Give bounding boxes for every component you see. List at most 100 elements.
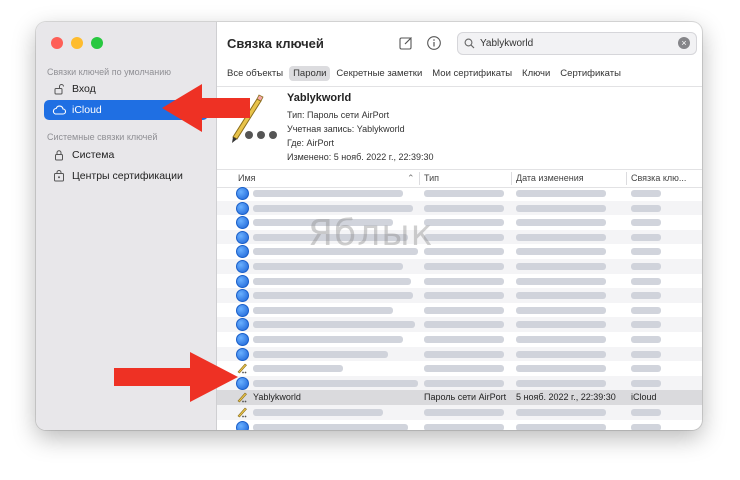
table-row[interactable] (217, 375, 702, 391)
sidebar-item-label: iCloud (72, 104, 102, 116)
main-pane: Связка ключей Yablykworld × Все объекты … (217, 22, 702, 430)
item-detail-panel: Yablykworld Тип: Пароль сети AirPort Уче… (217, 86, 702, 173)
cell-date: 5 нояб. 2022 г., 22:39:30 (516, 392, 616, 403)
blurred-text (424, 423, 504, 430)
blurred-text (516, 277, 606, 285)
table-row[interactable] (217, 303, 702, 318)
detail-where: Где: AirPort (287, 138, 335, 148)
search-icon (464, 38, 475, 49)
table-row[interactable] (217, 404, 702, 420)
globe-icon (236, 187, 249, 200)
blurred-text (424, 365, 504, 373)
table-row[interactable] (217, 274, 702, 289)
blurred-text (631, 262, 661, 270)
table-row[interactable] (217, 346, 702, 362)
globe-icon (236, 332, 249, 346)
globe-icon (236, 230, 249, 244)
blurred-text (253, 306, 393, 314)
blurred-text (424, 277, 504, 285)
blurred-text (631, 306, 661, 314)
table-row[interactable] (217, 215, 702, 230)
blurred-text (516, 306, 606, 314)
blurred-text (631, 423, 661, 430)
table-row[interactable] (217, 186, 702, 201)
blurred-text (631, 365, 661, 373)
blurred-text (424, 292, 504, 300)
search-input[interactable]: Yablykworld (480, 38, 533, 49)
blurred-text (631, 219, 661, 227)
detail-title: Yablykworld (287, 92, 352, 104)
column-name[interactable]: Имя (238, 173, 256, 183)
blurred-text (516, 335, 606, 343)
blurred-text (253, 277, 411, 285)
minimize-button[interactable] (71, 37, 83, 49)
lock-icon (51, 149, 67, 161)
table-row[interactable] (217, 258, 702, 274)
table-row[interactable] (217, 244, 702, 259)
tab-secure-notes[interactable]: Секретные заметки (332, 66, 426, 81)
sort-chevron-icon[interactable]: ⌃ (407, 173, 415, 184)
blurred-text (253, 408, 383, 416)
sidebar-section-default: Связки ключей по умолчанию (47, 67, 171, 77)
table-row[interactable] (217, 361, 702, 376)
watermark: Яблык (308, 213, 434, 254)
blurred-text (253, 423, 408, 430)
table-row[interactable] (217, 420, 702, 430)
blurred-text (253, 321, 415, 329)
clear-search-icon[interactable]: × (678, 37, 690, 49)
red-arrow-icon (162, 84, 250, 132)
blurred-text (631, 248, 661, 256)
blurred-text (516, 321, 606, 329)
window-title: Связка ключей (227, 36, 324, 51)
tab-my-certificates[interactable]: Мои сертификаты (428, 66, 516, 81)
tab-passwords[interactable]: Пароли (289, 66, 331, 81)
blurred-text (253, 335, 403, 343)
blurred-text (516, 365, 606, 373)
info-icon[interactable] (426, 35, 442, 51)
table-row[interactable] (217, 229, 702, 245)
globe-icon (236, 274, 249, 288)
table-row[interactable] (217, 288, 702, 303)
blurred-text (424, 190, 504, 197)
zoom-button[interactable] (91, 37, 103, 49)
blurred-text (424, 379, 504, 387)
blurred-text (253, 190, 403, 197)
compose-icon[interactable] (398, 35, 414, 51)
cell-keychain: iCloud (631, 392, 657, 403)
blurred-text (516, 190, 606, 197)
tab-keys[interactable]: Ключи (518, 66, 554, 81)
blurred-text (631, 233, 661, 241)
sidebar-item-certificate-authorities[interactable]: Центры сертификации (44, 166, 208, 186)
tab-certificates[interactable]: Сертификаты (556, 66, 625, 81)
table-row[interactable] (217, 332, 702, 347)
blurred-text (516, 219, 606, 227)
cloud-icon (51, 104, 67, 116)
search-field[interactable]: Yablykworld × (457, 32, 697, 55)
table-row[interactable] (217, 317, 702, 332)
lock-open-icon (51, 83, 67, 95)
sidebar-item-label: Вход (72, 83, 96, 95)
tab-all-items[interactable]: Все объекты (223, 66, 287, 81)
blurred-text (424, 204, 504, 212)
blurred-text (631, 321, 661, 329)
blurred-text (253, 350, 388, 358)
column-keychain[interactable]: Связка клю... (631, 173, 686, 183)
sidebar-item-system[interactable]: Система (44, 145, 208, 165)
blurred-text (424, 233, 504, 241)
detail-account: Учетная запись: Yablykworld (287, 124, 405, 134)
sidebar-item-label: Центры сертификации (72, 170, 183, 182)
red-arrow-icon (114, 352, 238, 402)
blurred-text (424, 335, 504, 343)
blurred-text (631, 292, 661, 300)
column-date[interactable]: Дата изменения (516, 173, 584, 183)
blurred-text (516, 423, 606, 430)
blurred-text (516, 248, 606, 256)
table-row-selected[interactable]: Yablykworld Пароль сети AirPort 5 нояб. 20… (217, 390, 702, 405)
table-row[interactable] (217, 200, 702, 216)
blurred-text (631, 350, 661, 358)
blurred-text (516, 379, 606, 387)
close-button[interactable] (51, 37, 63, 49)
column-type[interactable]: Тип (424, 173, 439, 183)
globe-icon (236, 201, 249, 215)
globe-icon (236, 303, 249, 317)
